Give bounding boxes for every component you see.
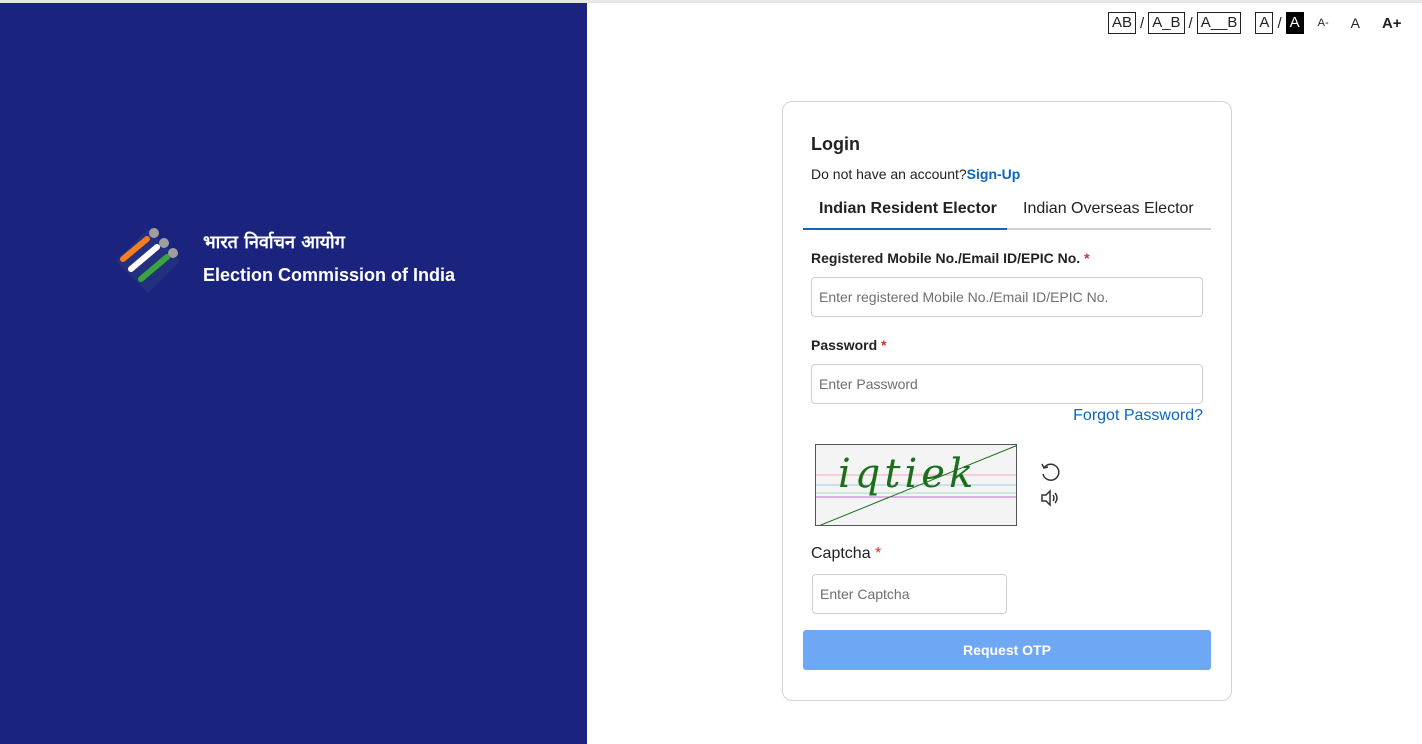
signup-prompt: Do not have an account?Sign-Up <box>811 166 1020 182</box>
contrast-normal-button[interactable]: A <box>1255 12 1274 34</box>
required-mark: * <box>1084 250 1090 266</box>
forgot-password-link[interactable]: Forgot Password? <box>1073 407 1203 425</box>
captcha-label: Captcha * <box>811 545 881 563</box>
id-field-label: Registered Mobile No./Email ID/EPIC No. … <box>811 250 1090 266</box>
password-label: Password * <box>811 337 886 353</box>
contrast-high-button[interactable]: A <box>1285 12 1304 34</box>
spacing-normal-button[interactable]: AB <box>1108 12 1137 34</box>
captcha-label-text: Captcha <box>811 545 871 562</box>
id-input[interactable] <box>811 277 1203 317</box>
page-title: Login <box>811 134 860 154</box>
spacing-medium-button[interactable]: A_B <box>1148 12 1185 34</box>
spacing-wide-button[interactable]: A__B <box>1196 12 1242 34</box>
password-label-text: Password <box>811 337 878 353</box>
brand-name-english: Election Commission of India <box>203 265 456 285</box>
eci-logo <box>112 225 184 297</box>
tab-resident-elector[interactable]: Indian Resident Elector <box>803 200 1007 230</box>
brand-block: भारत निर्वाचन आयोग Election Commission o… <box>112 225 455 297</box>
tab-overseas-elector[interactable]: Indian Overseas Elector <box>1023 200 1194 230</box>
brand-name-hindi: भारत निर्वाचन आयोग <box>203 232 345 253</box>
font-increase-button[interactable]: A+ <box>1382 15 1402 32</box>
captcha-input[interactable] <box>812 574 1007 614</box>
required-mark: * <box>881 337 887 353</box>
request-otp-button[interactable]: Request OTP <box>803 630 1211 670</box>
separator: / <box>1277 14 1282 32</box>
separator: / <box>1140 14 1145 32</box>
font-reset-button[interactable]: A <box>1351 15 1360 31</box>
password-input[interactable] <box>811 364 1203 404</box>
separator: / <box>1188 14 1193 32</box>
branding-panel: भारत निर्वाचन आयोग Election Commission o… <box>0 3 587 744</box>
refresh-icon[interactable] <box>1039 461 1061 483</box>
elector-tabs: Indian Resident Elector Indian Overseas … <box>803 192 1211 230</box>
signup-link[interactable]: Sign-Up <box>967 166 1021 182</box>
speaker-icon[interactable] <box>1039 487 1061 509</box>
login-card: Login Do not have an account?Sign-Up Ind… <box>782 101 1232 701</box>
accessibility-toolbar: AB / A_B / A__B A / A A- A A+ <box>1108 12 1402 34</box>
captcha-text: iqtiek <box>838 451 978 497</box>
no-account-text: Do not have an account? <box>811 166 967 182</box>
font-decrease-button[interactable]: A- <box>1318 17 1329 29</box>
id-field-label-text: Registered Mobile No./Email ID/EPIC No. <box>811 250 1081 266</box>
captcha-image: iqtiek <box>815 444 1017 526</box>
required-mark: * <box>875 545 882 562</box>
